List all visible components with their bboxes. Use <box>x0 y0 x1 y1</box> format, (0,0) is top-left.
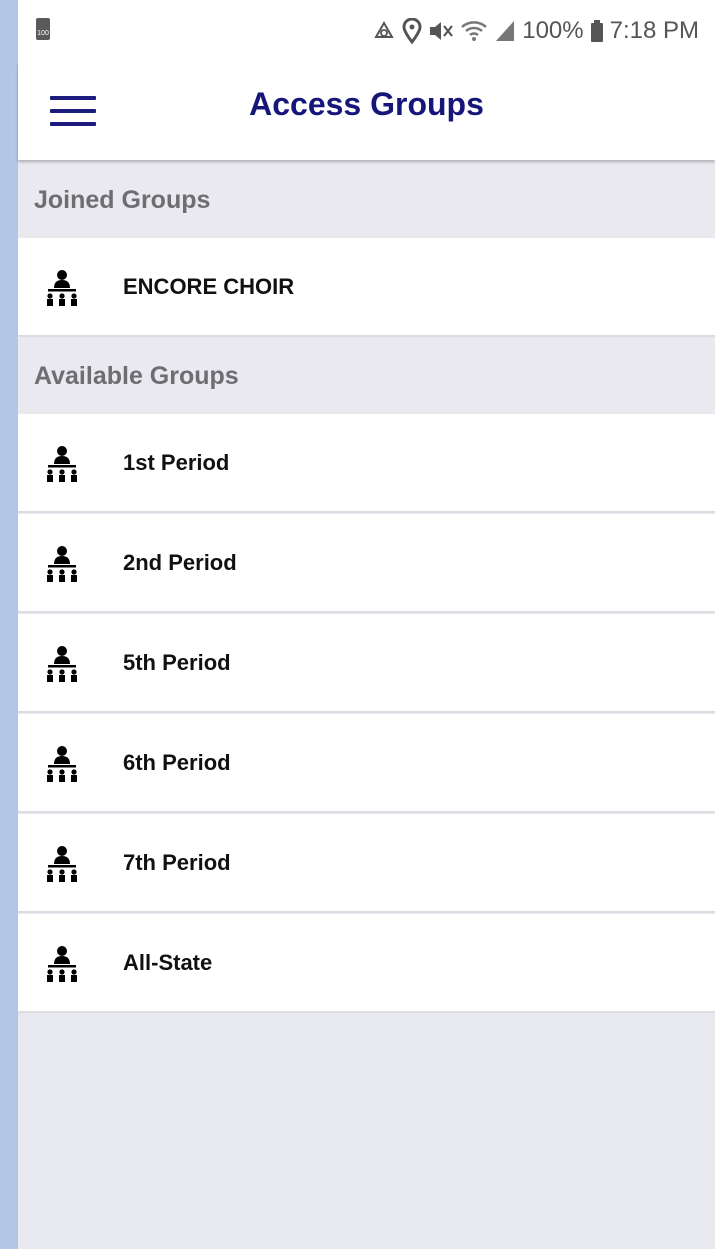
group-hierarchy-icon <box>47 270 77 306</box>
group-hierarchy-icon <box>47 946 77 982</box>
section-header-available: Available Groups <box>18 338 715 414</box>
list-item-5th-period[interactable]: 5th Period <box>18 614 715 713</box>
signal-icon <box>494 17 516 45</box>
group-hierarchy-icon <box>47 446 77 482</box>
sync-icon <box>372 17 396 45</box>
group-hierarchy-icon <box>47 846 77 882</box>
battery-percent: 100% <box>522 17 584 44</box>
group-name: 2nd Period <box>123 549 237 575</box>
list-item-all-state[interactable]: All-State <box>18 914 715 1013</box>
battery-saver-icon: 100 <box>36 18 50 40</box>
phone-screen: 100 100% 7:18 PM Access Groups Joined Gr… <box>18 0 715 1249</box>
section-header-joined: Joined Groups <box>18 162 715 238</box>
status-bar: 100 100% 7:18 PM <box>18 0 715 62</box>
wifi-icon <box>460 17 488 45</box>
battery-icon <box>590 17 604 45</box>
group-name: 6th Period <box>123 749 231 775</box>
group-name: ENCORE CHOIR <box>123 273 295 299</box>
list-item-2nd-period[interactable]: 2nd Period <box>18 514 715 613</box>
group-hierarchy-icon <box>47 746 77 782</box>
list-item-7th-period[interactable]: 7th Period <box>18 814 715 913</box>
group-hierarchy-icon <box>47 646 77 682</box>
group-name: 7th Period <box>123 849 231 875</box>
group-hierarchy-icon <box>47 546 77 582</box>
app-header: Access Groups <box>18 62 715 160</box>
list-item-1st-period[interactable]: 1st Period <box>18 414 715 513</box>
location-icon <box>402 17 422 45</box>
list-item-6th-period[interactable]: 6th Period <box>18 714 715 813</box>
page-title: Access Groups <box>249 86 484 122</box>
group-name: 1st Period <box>123 449 230 475</box>
group-name: 5th Period <box>123 649 231 675</box>
battery-saver-label: 100 <box>37 30 49 37</box>
mute-icon <box>428 17 454 45</box>
list-item-encore-choir[interactable]: ENCORE CHOIR <box>18 238 715 337</box>
status-icons: 100% 7:18 PM <box>372 14 699 48</box>
group-name: All-State <box>123 949 213 975</box>
status-time: 7:18 PM <box>609 17 699 44</box>
